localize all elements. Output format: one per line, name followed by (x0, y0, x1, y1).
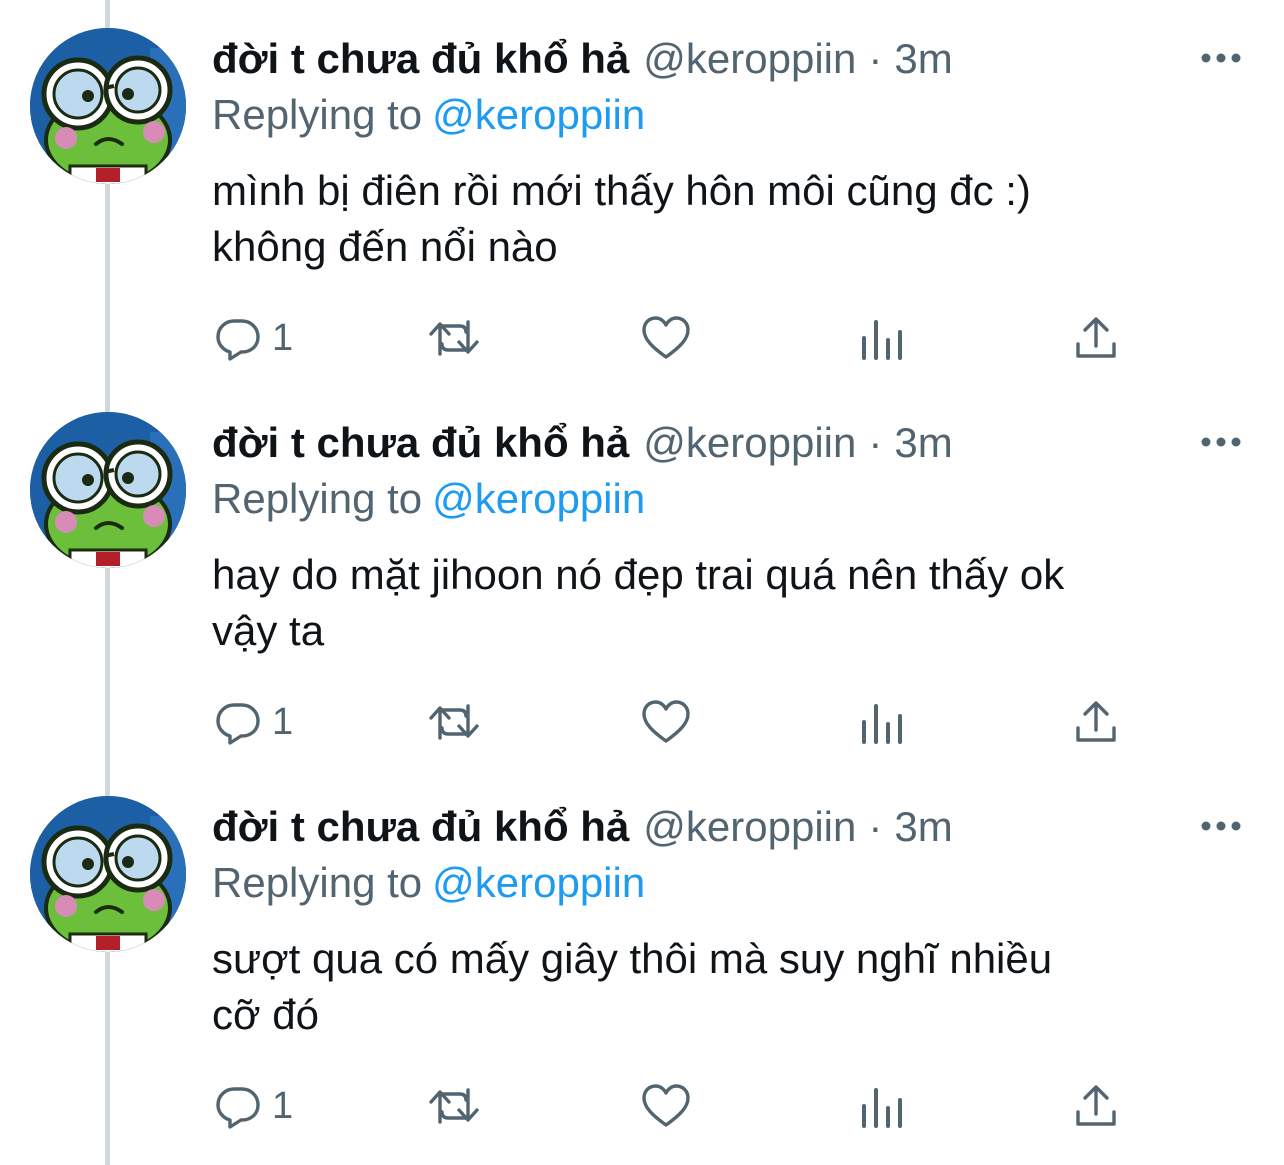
retweet-button[interactable] (426, 312, 482, 364)
heart-icon (642, 700, 690, 743)
tweet-text-line: hay do mặt jihoon nó đẹp trai quá nên th… (212, 551, 1065, 598)
keroppi-frog-avatar (30, 28, 186, 184)
retweet-icon (429, 320, 479, 356)
more-horizontal-icon (1201, 53, 1241, 63)
reply-bubble-icon (216, 1087, 260, 1129)
timestamp[interactable]: 3m (894, 800, 952, 854)
share-button[interactable] (1074, 1080, 1118, 1132)
tweet-header: đời t chưa đủ khổ hả @keroppiin · 3m (212, 32, 953, 86)
more-options-button[interactable] (1196, 38, 1246, 78)
keroppi-frog-avatar (30, 412, 186, 568)
heart-icon (642, 316, 690, 359)
display-name[interactable]: đời t chưa đủ khổ hả (212, 32, 629, 86)
reply-count: 1 (272, 317, 294, 359)
tweet[interactable]: đời t chưa đủ khổ hả @keroppiin · 3m Rep… (0, 0, 1284, 384)
tweet-actions: 1 (212, 696, 1212, 748)
retweet-button[interactable] (426, 696, 482, 748)
share-upload-icon (1076, 701, 1116, 742)
reply-button[interactable]: 1 (214, 312, 293, 364)
more-horizontal-icon (1201, 821, 1241, 831)
more-options-button[interactable] (1196, 806, 1246, 846)
share-button[interactable] (1074, 696, 1118, 748)
mention-link[interactable]: @keroppiin (432, 475, 645, 522)
replying-to-line: Replying to @keroppiin (212, 856, 645, 910)
tweet-actions: 1 (212, 1080, 1212, 1132)
tweet-text-line: sượt qua có mấy giây thôi mà suy nghĩ nh… (212, 935, 1053, 982)
replying-label: Replying to (212, 859, 423, 906)
like-button[interactable] (640, 696, 692, 748)
reply-button[interactable]: 1 (214, 1080, 293, 1132)
reply-bubble-icon (216, 319, 260, 361)
retweet-icon (429, 704, 479, 740)
tweet-actions: 1 (212, 312, 1212, 364)
share-button[interactable] (1074, 312, 1118, 364)
views-button[interactable] (860, 696, 904, 748)
more-horizontal-icon (1201, 437, 1241, 447)
replying-to-line: Replying to @keroppiin (212, 88, 645, 142)
reply-button[interactable]: 1 (214, 696, 293, 748)
tweet[interactable]: đời t chưa đủ khổ hả @keroppiin · 3m Rep… (0, 768, 1284, 1152)
replying-label: Replying to (212, 91, 423, 138)
avatar[interactable] (30, 796, 186, 952)
tweet[interactable]: đời t chưa đủ khổ hả @keroppiin · 3m Rep… (0, 384, 1284, 768)
share-upload-icon (1076, 317, 1116, 358)
views-bar-chart-icon (862, 704, 902, 744)
like-button[interactable] (640, 1080, 692, 1132)
replying-label: Replying to (212, 475, 423, 522)
mention-link[interactable]: @keroppiin (432, 859, 645, 906)
keroppi-frog-avatar (30, 796, 186, 952)
tweet-header: đời t chưa đủ khổ hả @keroppiin · 3m (212, 416, 953, 470)
display-name[interactable]: đời t chưa đủ khổ hả (212, 800, 629, 854)
timestamp[interactable]: 3m (894, 32, 952, 86)
user-handle[interactable]: @keroppiin (643, 32, 856, 86)
tweet-text-line: không đến nổi nào (212, 223, 558, 270)
timestamp[interactable]: 3m (894, 416, 952, 470)
avatar[interactable] (30, 412, 186, 568)
avatar[interactable] (30, 28, 186, 184)
separator-dot: · (868, 419, 883, 466)
views-bar-chart-icon (862, 320, 902, 360)
tweet-text-line: vậy ta (212, 607, 325, 654)
user-handle[interactable]: @keroppiin (643, 800, 856, 854)
tweet-text-line: mình bị điên rồi mới thấy hôn môi cũng đ… (212, 167, 1031, 214)
separator-dot: · (868, 35, 883, 82)
user-handle[interactable]: @keroppiin (643, 416, 856, 470)
tweet-text: sượt qua có mấy giây thôi mà suy nghĩ nh… (212, 931, 1242, 1043)
like-button[interactable] (640, 312, 692, 364)
tweet-header: đời t chưa đủ khổ hả @keroppiin · 3m (212, 800, 953, 854)
views-button[interactable] (860, 312, 904, 364)
share-upload-icon (1076, 1085, 1116, 1126)
tweet-text: hay do mặt jihoon nó đẹp trai quá nên th… (212, 547, 1242, 659)
retweet-button[interactable] (426, 1080, 482, 1132)
reply-bubble-icon (216, 703, 260, 745)
views-bar-chart-icon (862, 1088, 902, 1128)
views-button[interactable] (860, 1080, 904, 1132)
reply-count: 1 (272, 701, 294, 743)
mention-link[interactable]: @keroppiin (432, 91, 645, 138)
display-name[interactable]: đời t chưa đủ khổ hả (212, 416, 629, 470)
separator-dot: · (868, 803, 883, 850)
tweet-text-line: cỡ đó (212, 991, 319, 1038)
tweet-text: mình bị điên rồi mới thấy hôn môi cũng đ… (212, 163, 1242, 275)
heart-icon (642, 1084, 690, 1127)
replying-to-line: Replying to @keroppiin (212, 472, 645, 526)
more-options-button[interactable] (1196, 422, 1246, 462)
reply-count: 1 (272, 1085, 294, 1127)
retweet-icon (429, 1088, 479, 1124)
